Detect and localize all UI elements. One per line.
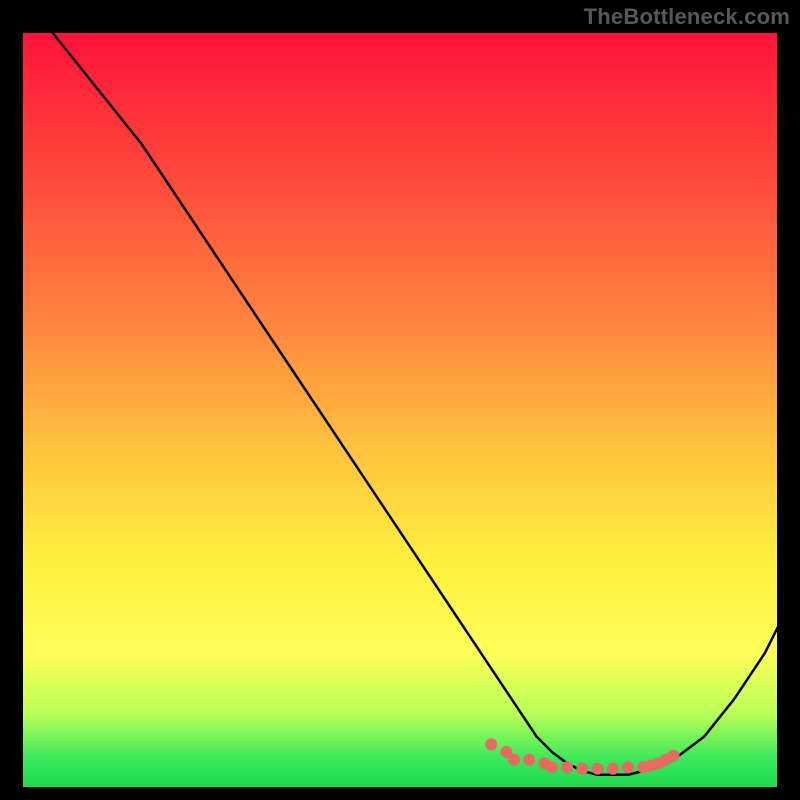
plot-area — [20, 30, 780, 790]
marker-dot — [508, 754, 520, 766]
marker-dot — [485, 738, 497, 750]
marker-dot — [592, 763, 604, 775]
marker-dot — [546, 761, 558, 773]
marker-dot — [561, 761, 573, 773]
gradient-background — [20, 30, 780, 790]
marker-dot — [523, 754, 535, 766]
chart-frame: TheBottleneck.com — [0, 0, 800, 800]
marker-dot — [607, 763, 619, 775]
chart-svg — [20, 30, 780, 790]
marker-dot — [668, 750, 680, 762]
watermark-text: TheBottleneck.com — [584, 4, 790, 30]
marker-dot — [622, 761, 634, 773]
marker-dot — [576, 763, 588, 775]
